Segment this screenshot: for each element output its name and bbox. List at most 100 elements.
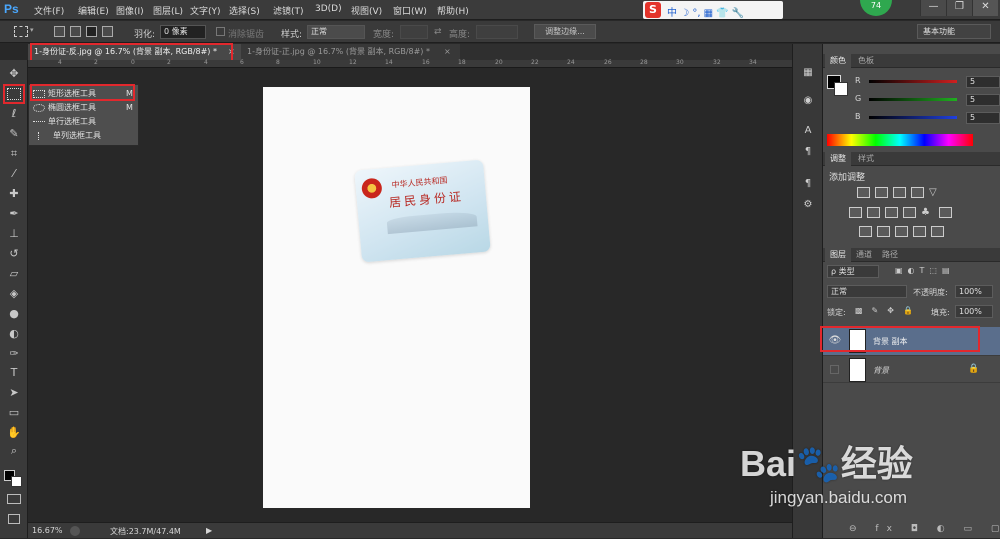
- opacity-input[interactable]: 100%: [955, 285, 993, 298]
- marquee-preset-icon[interactable]: [14, 26, 28, 37]
- visibility-toggle[interactable]: [830, 365, 839, 374]
- gradient-map-icon[interactable]: [931, 226, 944, 237]
- lasso-tool-icon[interactable]: ℓ: [5, 106, 23, 122]
- flyout-item-column-marquee[interactable]: 单列选框工具: [33, 129, 137, 143]
- intersect-selection-icon[interactable]: [102, 26, 113, 37]
- refine-edge-button[interactable]: 调整边缘...: [534, 24, 596, 39]
- menu-select[interactable]: 选择(S): [229, 4, 260, 17]
- tab-paths[interactable]: 路径: [877, 248, 903, 262]
- invert-icon[interactable]: [859, 226, 872, 237]
- dodge-tool-icon[interactable]: ◐: [5, 326, 23, 342]
- new-selection-icon[interactable]: [54, 26, 65, 37]
- slider-r[interactable]: R 5: [855, 76, 1000, 88]
- tab-channels[interactable]: 通道: [851, 248, 877, 262]
- clone-source-icon[interactable]: ⚙: [801, 198, 815, 212]
- background-color-swatch[interactable]: [834, 82, 848, 96]
- tab-document-front[interactable]: 1-身份证-正.jpg @ 16.7% (背景 副本, RGB/8#) *: [241, 44, 460, 60]
- vibrance-icon[interactable]: ▽: [929, 187, 942, 198]
- eraser-tool-icon[interactable]: ▱: [5, 266, 23, 282]
- menu-layer[interactable]: 图层(L): [153, 4, 183, 17]
- color-balance-icon[interactable]: [867, 207, 880, 218]
- r-value-field[interactable]: 5: [966, 76, 1000, 88]
- tab-layers[interactable]: 图层: [825, 248, 851, 262]
- history-brush-icon[interactable]: ↺: [5, 246, 23, 262]
- curves-icon[interactable]: [893, 187, 906, 198]
- tab-swatches[interactable]: 色板: [853, 54, 879, 68]
- lock-icons[interactable]: ▩✎✥🔒: [855, 306, 922, 315]
- tab-styles[interactable]: 样式: [853, 152, 879, 166]
- chevron-down-icon[interactable]: ▾: [30, 26, 34, 34]
- paint-bucket-icon[interactable]: ◈: [5, 286, 23, 302]
- menu-type[interactable]: 文字(Y): [190, 4, 221, 17]
- menu-view[interactable]: 视图(V): [351, 4, 382, 17]
- slider-g[interactable]: G 5: [855, 94, 1000, 106]
- black-white-icon[interactable]: [885, 207, 898, 218]
- swap-icon[interactable]: ⇄: [434, 27, 442, 37]
- eyedropper-tool-icon[interactable]: ⁄: [5, 166, 23, 182]
- g-slider-track[interactable]: [869, 98, 957, 101]
- close-icon[interactable]: ×: [444, 47, 451, 56]
- document-canvas[interactable]: [263, 87, 530, 508]
- brush-tool-icon[interactable]: ✒: [5, 206, 23, 222]
- blur-tool-icon[interactable]: ●: [5, 306, 23, 322]
- play-icon[interactable]: ▶: [206, 526, 212, 535]
- path-select-icon[interactable]: ➤: [5, 385, 23, 401]
- g-value-field[interactable]: 5: [966, 94, 1000, 106]
- antialias-checkbox[interactable]: [216, 27, 225, 36]
- screen-mode-icon[interactable]: [8, 514, 20, 524]
- photo-filter-icon[interactable]: [903, 207, 916, 218]
- paragraph-style-icon[interactable]: ¶: [801, 177, 815, 191]
- crop-tool-icon[interactable]: ⌗: [5, 146, 23, 162]
- hue-saturation-icon[interactable]: [849, 207, 862, 218]
- quick-select-tool-icon[interactable]: ✎: [5, 126, 23, 142]
- notification-badge[interactable]: 74: [860, 0, 892, 16]
- minimize-button[interactable]: —: [920, 0, 946, 16]
- background-color-swatch[interactable]: [11, 476, 22, 487]
- ime-toolbar[interactable]: S 中 ☽ °, ▦ 👕 🔧: [643, 1, 783, 19]
- actions-icon[interactable]: ◉: [801, 94, 815, 108]
- tab-color[interactable]: 颜色: [825, 54, 851, 68]
- workspace-select[interactable]: 基本功能: [917, 24, 991, 39]
- subtract-selection-icon[interactable]: [86, 26, 97, 37]
- selective-color-icon[interactable]: [913, 226, 926, 237]
- menu-help[interactable]: 帮助(H): [437, 4, 469, 17]
- restore-button[interactable]: ❐: [946, 0, 972, 16]
- healing-brush-icon[interactable]: ✚: [5, 186, 23, 202]
- feather-input[interactable]: 0 像素: [160, 25, 206, 39]
- menu-edit[interactable]: 编辑(E): [78, 4, 109, 17]
- r-slider-track[interactable]: [869, 80, 957, 83]
- color-spectrum[interactable]: [827, 134, 973, 146]
- move-tool-icon[interactable]: ✥: [5, 66, 23, 82]
- exposure-icon[interactable]: [911, 187, 924, 198]
- slider-b[interactable]: B 5: [855, 112, 1000, 124]
- fill-input[interactable]: 100%: [955, 305, 993, 318]
- status-menu-icon[interactable]: [70, 526, 80, 536]
- zoom-level[interactable]: 16.67%: [32, 526, 63, 535]
- menu-filter[interactable]: 滤镜(T): [273, 4, 304, 17]
- brightness-icon[interactable]: [857, 187, 870, 198]
- flyout-item-row-marquee[interactable]: 单行选框工具: [33, 115, 137, 129]
- type-tool-icon[interactable]: T: [5, 365, 23, 381]
- flyout-item-ellipse-marquee[interactable]: 椭圆选框工具 M: [33, 101, 137, 115]
- zoom-tool-icon[interactable]: ⌕: [5, 443, 23, 459]
- height-input[interactable]: [476, 25, 518, 39]
- width-input[interactable]: [400, 25, 428, 39]
- hand-tool-icon[interactable]: ✋: [5, 425, 23, 441]
- threshold-icon[interactable]: [895, 226, 908, 237]
- channel-mixer-icon[interactable]: ♣: [921, 207, 934, 218]
- add-selection-icon[interactable]: [70, 26, 81, 37]
- b-slider-track[interactable]: [869, 116, 957, 119]
- menu-3d[interactable]: 3D(D): [315, 4, 342, 14]
- pen-tool-icon[interactable]: ✑: [5, 346, 23, 362]
- b-value-field[interactable]: 5: [966, 112, 1000, 124]
- menu-image[interactable]: 图像(I): [116, 4, 144, 17]
- clone-stamp-icon[interactable]: ⊥: [5, 226, 23, 242]
- menu-file[interactable]: 文件(F): [34, 4, 64, 17]
- layer-filter-icons[interactable]: ▣◐T⬚▤: [895, 266, 989, 277]
- quick-mask-icon[interactable]: [7, 494, 21, 504]
- tab-adjustments[interactable]: 调整: [825, 152, 851, 166]
- layer-footer-icons[interactable]: ⊖ fx ◘ ◐ ▭ ▢ 🗑: [849, 524, 1000, 534]
- color-lookup-icon[interactable]: [939, 207, 952, 218]
- layer-row-background[interactable]: 背景 🔒: [823, 355, 1000, 383]
- style-select[interactable]: 正常: [307, 25, 365, 39]
